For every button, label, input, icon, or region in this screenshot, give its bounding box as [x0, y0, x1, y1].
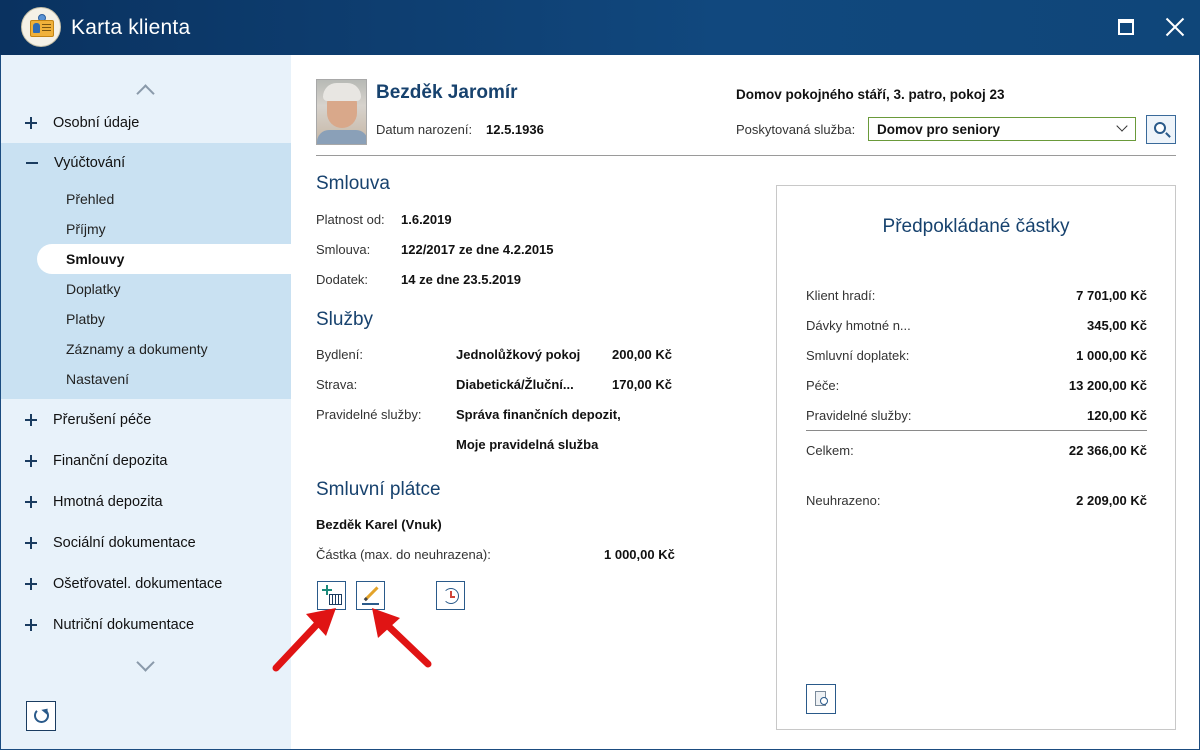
search-button[interactable]: [1146, 115, 1176, 144]
panel-row-value: 345,00 Kč: [1087, 318, 1147, 333]
services-section-title: Služby: [316, 309, 374, 330]
panel-unpaid-value: 2 209,00 Kč: [1076, 493, 1147, 508]
payer-amount-label: Částka (max. do neuhrazena):: [316, 547, 491, 562]
service-amount: 170,00 Kč: [612, 377, 672, 392]
contract-label: Dodatek:: [316, 272, 369, 287]
client-location: Domov pokojného stáří, 3. patro, pokoj 2…: [736, 87, 1005, 102]
client-name: Bezděk Jaromír: [376, 82, 518, 103]
panel-row-label: Péče:: [806, 378, 840, 393]
maximize-button[interactable]: [1113, 14, 1139, 40]
client-card-icon: [21, 7, 61, 47]
search-icon: [1154, 122, 1166, 134]
contract-value: 14 ze dne 23.5.2019: [401, 272, 521, 287]
contract-label: Smlouva:: [316, 242, 371, 257]
close-button[interactable]: [1162, 14, 1188, 40]
payer-amount-value: 1 000,00 Kč: [604, 547, 675, 562]
service-value: Moje pravidelná služba: [456, 437, 599, 452]
payer-name: Bezděk Karel (Vnuk): [316, 517, 442, 532]
panel-row-value: 1 000,00 Kč: [1076, 348, 1147, 363]
panel-row-label: Pravidelné služby:: [806, 408, 912, 423]
maximize-icon: [1118, 19, 1134, 35]
panel-row-label: Dávky hmotné n...: [806, 318, 911, 333]
service-value: Diabetická/Žluční...: [456, 377, 574, 392]
panel-row: Smluvní doplatek: 1 000,00 Kč: [806, 348, 1147, 368]
service-value: Jednolůžkový pokoj: [456, 347, 581, 362]
service-label: Strava:: [316, 377, 358, 392]
window-title: Karta klienta: [71, 16, 191, 39]
panel-row: Klient hradí: 7 701,00 Kč: [806, 288, 1147, 308]
panel-row: Pravidelné služby: 120,00 Kč: [806, 408, 1147, 428]
panel-total-row: Celkem: 22 366,00 Kč: [806, 443, 1147, 463]
panel-row-value: 7 701,00 Kč: [1076, 288, 1147, 303]
service-select[interactable]: Domov pro seniory: [868, 117, 1136, 141]
service-label: Pravidelné služby:: [316, 407, 422, 422]
panel-row-label: Smluvní doplatek:: [806, 348, 910, 363]
contract-value: 122/2017 ze dne 4.2.2015: [401, 242, 554, 257]
service-label: Bydlení:: [316, 347, 363, 362]
history-button[interactable]: [436, 581, 465, 610]
contract-label: Platnost od:: [316, 212, 385, 227]
history-icon: [443, 588, 459, 604]
contract-value: 1.6.2019: [401, 212, 452, 227]
service-value: Správa finančních depozit,: [456, 407, 621, 422]
annotation-arrow-icon: [272, 608, 336, 672]
panel-row: Péče: 13 200,00 Kč: [806, 378, 1147, 398]
header-divider: [316, 155, 1176, 156]
panel-divider: [806, 430, 1147, 431]
dob-value: 12.5.1936: [486, 122, 544, 137]
annotation-arrow-icon: [372, 608, 432, 668]
panel-row-value: 13 200,00 Kč: [1068, 378, 1147, 393]
panel-title: Předpokládané částky: [882, 216, 1070, 237]
payer-section-title: Smluvní plátce: [316, 479, 441, 500]
service-label: Poskytovaná služba:: [736, 122, 856, 137]
service-select-value: Domov pro seniory: [877, 122, 1001, 137]
panel-total-label: Celkem:: [806, 443, 854, 458]
panel-row-value: 120,00 Kč: [1087, 408, 1147, 423]
title-bar: Karta klienta: [0, 0, 1200, 55]
panel-row: Dávky hmotné n... 345,00 Kč: [806, 318, 1147, 338]
chevron-down-icon: [1116, 120, 1128, 132]
panel-total-value: 22 366,00 Kč: [1068, 443, 1147, 458]
panel-unpaid-row: Neuhrazeno: 2 209,00 Kč: [806, 493, 1147, 513]
panel-row-label: Klient hradí:: [806, 288, 876, 303]
dob-label: Datum narození:: [376, 122, 473, 137]
preview-button[interactable]: [806, 684, 836, 714]
estimated-amounts-panel: Předpokládané částky Klient hradí: 7 701…: [776, 185, 1176, 730]
client-photo: [316, 79, 367, 145]
contract-section-title: Smlouva: [316, 173, 390, 194]
panel-unpaid-label: Neuhrazeno:: [806, 493, 881, 508]
service-amount: 200,00 Kč: [612, 347, 672, 362]
